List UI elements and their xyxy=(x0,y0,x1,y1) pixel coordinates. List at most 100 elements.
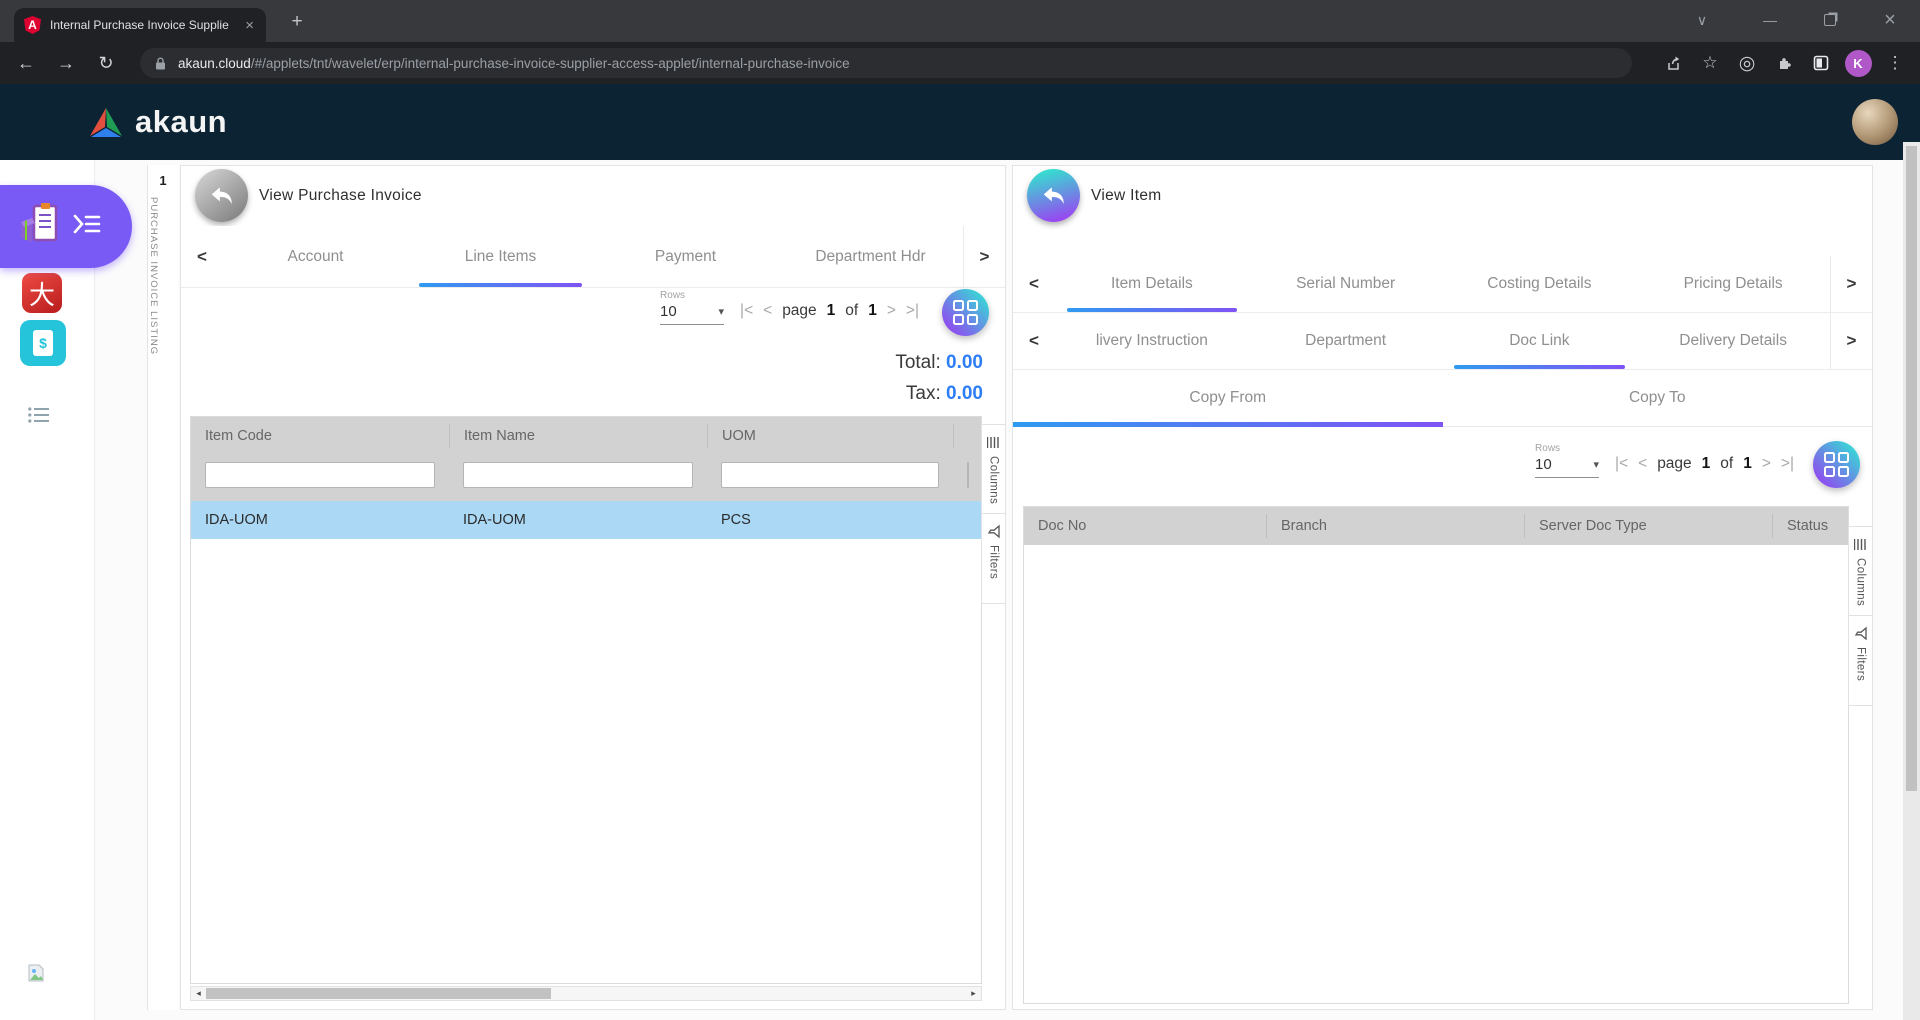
tab-copy-from[interactable]: Copy From xyxy=(1013,370,1443,426)
tab-costing-details[interactable]: Costing Details xyxy=(1443,256,1637,312)
active-applet-pill[interactable] xyxy=(0,185,132,268)
applet-dock: 大 $ xyxy=(0,160,95,1020)
col-header-uom: UOM xyxy=(707,424,953,448)
tab-copy-to[interactable]: Copy To xyxy=(1443,370,1873,426)
col-header-doc-no: Doc No xyxy=(1024,518,1266,534)
page-title: View Purchase Invoice xyxy=(259,187,422,205)
prev-page-icon[interactable]: < xyxy=(1638,455,1647,473)
right-pagination: Rows 10▾ |< < page 1 of 1 > >| xyxy=(1535,443,1794,478)
tabs-scroll-left-icon[interactable]: < xyxy=(1013,313,1055,369)
tab-account[interactable]: Account xyxy=(223,226,408,287)
scrollbar-thumb[interactable] xyxy=(206,988,551,999)
current-page: 1 xyxy=(1702,455,1711,473)
filters-tool-button[interactable]: Filters xyxy=(981,514,1005,604)
browser-tab-strip: A Internal Purchase Invoice Supplie × + … xyxy=(0,0,1920,42)
col-header-item-name: Item Name xyxy=(449,424,707,448)
first-page-icon[interactable]: |< xyxy=(1615,455,1628,473)
filters-tool-button[interactable]: Filters xyxy=(1848,616,1872,706)
filter-item-name-input[interactable] xyxy=(463,462,693,488)
minimize-button[interactable]: — xyxy=(1740,0,1800,40)
tab-department-hdr[interactable]: Department Hdr xyxy=(778,226,963,287)
columns-tool-button[interactable]: Columns xyxy=(981,424,1005,514)
tab-serial-number[interactable]: Serial Number xyxy=(1249,256,1443,312)
left-pagination: Rows 10▾ |< < page 1 of 1 > >| xyxy=(660,290,919,325)
tabs-scroll-right-icon[interactable]: > xyxy=(1830,256,1872,312)
total-pages: 1 xyxy=(868,302,877,320)
columns-tool-button[interactable]: Columns xyxy=(1848,526,1872,616)
tabs-scroll-left-icon[interactable]: < xyxy=(181,226,223,287)
restore-button[interactable] xyxy=(1800,0,1860,40)
tab-delivery-instruction[interactable]: livery Instruction xyxy=(1055,313,1249,369)
share-icon[interactable] xyxy=(1658,48,1688,78)
tab-line-items[interactable]: Line Items xyxy=(408,226,593,287)
dock-list-icon[interactable] xyxy=(28,406,50,429)
filter-uom-input[interactable] xyxy=(721,462,939,488)
table-row[interactable]: IDA-UOM IDA-UOM PCS xyxy=(191,501,981,539)
dock-app-invoice-icon[interactable]: $ xyxy=(20,320,66,366)
bookmark-star-icon[interactable]: ☆ xyxy=(1695,48,1725,78)
tabs-scroll-right-icon[interactable]: > xyxy=(1830,313,1872,369)
caret-down-icon: ▾ xyxy=(719,305,725,318)
next-page-icon[interactable]: > xyxy=(1762,455,1771,473)
tab-delivery-details[interactable]: Delivery Details xyxy=(1636,313,1830,369)
left-panel-tabbar: < Account Line Items Payment Department … xyxy=(181,226,1005,288)
last-page-icon[interactable]: >| xyxy=(906,302,919,320)
lock-icon xyxy=(154,56,167,71)
grid-view-button[interactable] xyxy=(942,289,989,336)
tab-item-details[interactable]: Item Details xyxy=(1055,256,1249,312)
line-items-table: Item Code Item Name UOM IDA-UOM IDA-UOM … xyxy=(190,416,982,984)
new-tab-button[interactable]: + xyxy=(284,9,310,35)
filter-funnel-icon xyxy=(1854,627,1867,641)
tab-pricing-details[interactable]: Pricing Details xyxy=(1636,256,1830,312)
rows-per-page-select[interactable]: Rows 10▾ xyxy=(660,290,724,325)
back-button[interactable]: ← xyxy=(6,53,46,74)
right-table-tools: Columns Filters xyxy=(1848,526,1872,706)
horizontal-scrollbar[interactable]: ◂ ▸ xyxy=(190,986,982,1001)
first-page-icon[interactable]: |< xyxy=(740,302,753,320)
applet-tab-strip[interactable]: 1 PURCHASE INVOICE LISTING xyxy=(147,165,178,1010)
next-page-icon[interactable]: > xyxy=(887,302,896,320)
back-button-left-panel[interactable] xyxy=(195,169,248,222)
filter-funnel-icon xyxy=(987,525,1000,539)
tab-search-icon[interactable]: ∨ xyxy=(1672,0,1732,40)
page-scrollbar-thumb[interactable] xyxy=(1906,146,1917,791)
extension-target-icon[interactable]: ◎ xyxy=(1732,48,1762,78)
tab-close-icon[interactable]: × xyxy=(243,17,256,34)
prev-page-icon[interactable]: < xyxy=(763,302,772,320)
browser-menu-icon[interactable]: ⋮ xyxy=(1880,48,1910,78)
scroll-left-icon[interactable]: ◂ xyxy=(191,988,206,999)
address-bar[interactable]: akaun.cloud/#/applets/tnt/wavelet/erp/in… xyxy=(140,48,1632,78)
rows-per-page-select[interactable]: Rows 10▾ xyxy=(1535,443,1599,478)
col-header-extra xyxy=(953,424,982,448)
copy-tabbar: Copy From Copy To xyxy=(1013,370,1872,427)
forward-button[interactable]: → xyxy=(46,53,86,74)
filter-extra-input[interactable] xyxy=(967,462,969,488)
col-header-server-doc-type: Server Doc Type xyxy=(1524,514,1772,538)
left-table-tools: Columns Filters xyxy=(981,424,1005,604)
side-panel-icon[interactable] xyxy=(1806,48,1836,78)
back-button-right-panel[interactable] xyxy=(1027,169,1080,222)
sidebar-toggle-icon[interactable] xyxy=(72,212,102,241)
extensions-puzzle-icon[interactable] xyxy=(1769,48,1799,78)
profile-avatar[interactable]: K xyxy=(1843,48,1873,78)
item-tabbar-row2: < livery Instruction Department Doc Link… xyxy=(1013,313,1872,370)
page-scrollbar[interactable] xyxy=(1903,142,1920,1020)
tab-doc-link[interactable]: Doc Link xyxy=(1443,313,1637,369)
scroll-right-icon[interactable]: ▸ xyxy=(966,988,981,999)
user-avatar[interactable] xyxy=(1852,99,1898,145)
close-window-button[interactable]: × xyxy=(1860,0,1920,40)
dollar-doc-icon: $ xyxy=(33,330,53,356)
tabs-scroll-right-icon[interactable]: > xyxy=(963,226,1005,287)
reload-button[interactable]: ↻ xyxy=(86,53,126,74)
browser-tab[interactable]: A Internal Purchase Invoice Supplie × xyxy=(14,8,266,42)
tab-payment[interactable]: Payment xyxy=(593,226,778,287)
tax-value: 0.00 xyxy=(946,383,983,404)
last-page-icon[interactable]: >| xyxy=(1781,455,1794,473)
invoice-totals: Total: 0.00 Tax: 0.00 xyxy=(895,352,983,414)
tab-department[interactable]: Department xyxy=(1249,313,1443,369)
grid-view-button[interactable] xyxy=(1813,441,1860,488)
grid-icon xyxy=(953,300,978,325)
tabs-scroll-left-icon[interactable]: < xyxy=(1013,256,1055,312)
dock-app-red-icon[interactable]: 大 xyxy=(22,273,62,313)
filter-item-code-input[interactable] xyxy=(205,462,435,488)
